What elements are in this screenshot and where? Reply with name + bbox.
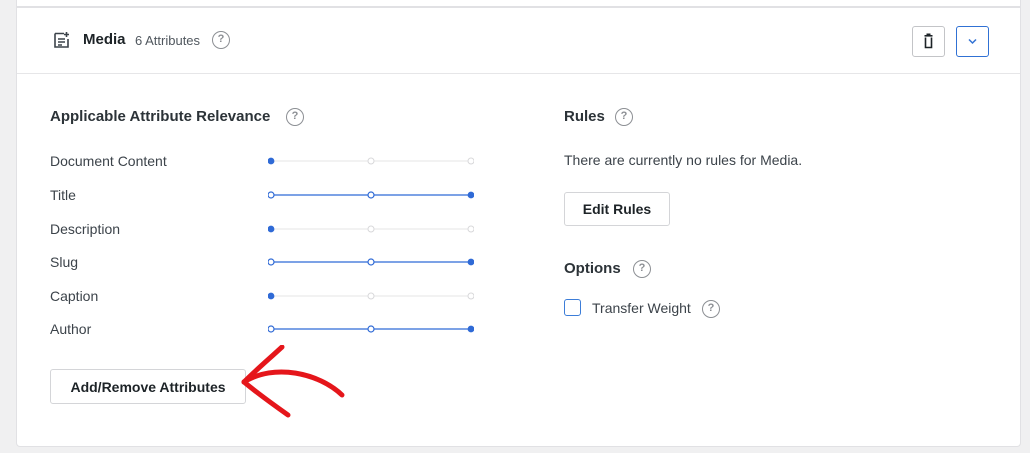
attribute-label: Author: [50, 321, 92, 337]
attribute-label: Caption: [50, 288, 99, 304]
delete-button[interactable]: [912, 26, 945, 57]
collapse-toggle-button[interactable]: [956, 26, 989, 57]
relevance-slider[interactable]: [268, 155, 474, 167]
help-icon[interactable]: ?: [212, 31, 230, 49]
relevance-title: Applicable Attribute Relevance: [50, 108, 271, 125]
options-help-icon[interactable]: ?: [633, 260, 651, 278]
relevance-help-icon[interactable]: ?: [286, 108, 304, 126]
trash-icon: [924, 33, 933, 49]
attribute-count: 6 Attributes: [135, 33, 201, 48]
chevron-down-icon: [968, 38, 977, 45]
rules-help-icon[interactable]: ?: [615, 108, 633, 126]
media-source-card: Media 6 Attributes ? Applicable Attribut…: [16, 7, 1021, 447]
attribute-label: Document Content: [50, 153, 167, 169]
source-title: Media: [83, 31, 126, 48]
document-settings-icon: [52, 30, 72, 50]
no-rules-message: There are currently no rules for Media.: [564, 152, 803, 168]
attribute-label: Description: [50, 221, 121, 237]
rules-title: Rules: [564, 108, 605, 125]
relevance-slider[interactable]: [268, 290, 474, 302]
previous-card-edge: [16, 0, 1021, 7]
options-title: Options: [564, 260, 621, 277]
relevance-slider[interactable]: [268, 323, 474, 335]
transfer-weight-help-icon[interactable]: ?: [702, 300, 720, 318]
card-header: Media 6 Attributes ?: [17, 8, 1020, 74]
attribute-label: Slug: [50, 254, 79, 270]
relevance-slider[interactable]: [268, 189, 474, 201]
add-remove-attributes-button[interactable]: Add/Remove Attributes: [50, 369, 246, 404]
relevance-slider[interactable]: [268, 223, 474, 235]
transfer-weight-checkbox[interactable]: [564, 299, 581, 316]
attribute-label: Title: [50, 187, 76, 203]
edit-rules-button[interactable]: Edit Rules: [564, 192, 670, 226]
annotation-arrow-icon: [241, 345, 345, 418]
relevance-slider[interactable]: [268, 256, 474, 268]
transfer-weight-label: Transfer Weight: [592, 300, 691, 316]
